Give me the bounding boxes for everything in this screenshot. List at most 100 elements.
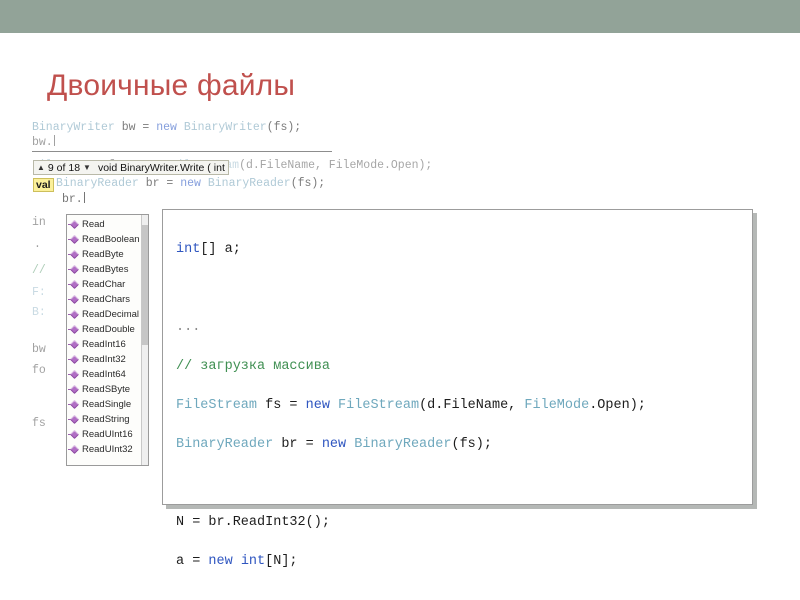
method-icon xyxy=(68,279,80,290)
completion-item[interactable]: ReadDecimal xyxy=(67,307,143,322)
completion-item-label: ReadDecimal xyxy=(82,309,140,320)
code-token-comment: // загрузка массива xyxy=(176,358,330,374)
method-icon xyxy=(68,294,80,305)
completion-item[interactable]: ReadBytes xyxy=(67,262,143,277)
bg-token-type: BinaryWriter xyxy=(32,121,115,134)
bg-code-line-binaryreader-decl: BinaryReader br = new BinaryReader(fs); xyxy=(56,176,325,191)
code-token-fs-assign: fs = xyxy=(257,397,306,413)
code-line-4: // загрузка массива xyxy=(176,357,646,377)
bg-token-keyword: new xyxy=(156,121,177,134)
completion-item[interactable]: ReadByte xyxy=(67,247,143,262)
completion-item[interactable]: Read xyxy=(67,217,143,232)
chevron-up-icon[interactable]: ▲ xyxy=(37,163,45,172)
code-token-args: (d.FileName, xyxy=(419,397,525,413)
signature-text: void BinaryWriter.Write ( xyxy=(97,161,211,174)
bg-token-type: BinaryReader xyxy=(56,177,139,190)
completion-item-label: ReadByte xyxy=(82,249,124,260)
completion-item[interactable]: ReadSByte xyxy=(67,382,143,397)
chevron-down-icon[interactable]: ▼ xyxy=(83,163,91,172)
code-token-array-size: [N]; xyxy=(265,553,298,569)
code-line-7-blank xyxy=(176,474,646,494)
bg-column-fragment-2: . xyxy=(34,238,41,251)
bg-code-line-br-dot: br. xyxy=(62,192,85,207)
code-token-br-assign: br = xyxy=(273,436,322,452)
code-snippet-text: int[] a; ... // загрузка массива FileStr… xyxy=(176,220,646,600)
code-line-8: N = br.ReadInt32(); xyxy=(176,513,646,533)
method-icon xyxy=(68,369,80,380)
code-token-read-n: N = br.ReadInt32(); xyxy=(176,514,330,530)
top-decorative-band xyxy=(0,0,800,33)
bg-column-fragment-4: F: xyxy=(32,286,46,299)
code-line-10-blank xyxy=(176,591,646,600)
bg-column-fragment-7: fo xyxy=(32,364,46,377)
code-snippet-panel: int[] a; ... // загрузка массива FileStr… xyxy=(162,209,753,569)
bg-column-fragment-8: fs xyxy=(32,417,46,430)
code-line-1: int[] a; xyxy=(176,240,646,260)
completion-item[interactable]: ReadString xyxy=(67,412,143,427)
code-line-3: ... xyxy=(176,318,646,338)
bg-token-tail: (d.FileName, FileMode.Open); xyxy=(239,159,433,172)
bg-token-tail: (fs); xyxy=(290,177,326,190)
code-token-type-filestream: FileStream xyxy=(176,397,258,413)
completion-item-label: ReadString xyxy=(82,414,130,425)
scrollbar-thumb[interactable] xyxy=(142,225,148,345)
code-token-int: int xyxy=(176,241,201,257)
completion-item[interactable]: ReadInt64 xyxy=(67,367,143,382)
code-line-9: a = new int[N]; xyxy=(176,552,646,572)
bg-column-fragment-3: // xyxy=(32,264,46,277)
page-title: Двоичные файлы xyxy=(47,69,296,102)
bg-token-tail: (fs); xyxy=(266,121,302,134)
completion-item[interactable]: ReadChar xyxy=(67,277,143,292)
signature-param: int xyxy=(213,161,225,174)
method-icon xyxy=(68,414,80,425)
val-highlight-chip: val xyxy=(33,178,54,192)
completion-item[interactable]: ReadBoolean xyxy=(67,232,143,247)
completion-item-label: ReadInt64 xyxy=(82,369,126,380)
slide-canvas: Двоичные файлы BinaryWriter bw = new Bin… xyxy=(0,0,800,600)
code-token-type-binaryreader: BinaryReader xyxy=(176,436,274,452)
code-token-new-3: new xyxy=(208,553,233,569)
completion-item[interactable]: ReadInt16 xyxy=(67,337,143,352)
bg-token-keyword: new xyxy=(180,177,201,190)
code-token-type-filestream-2: FileStream xyxy=(329,397,420,413)
method-icon xyxy=(68,429,80,440)
bg-column-fragment-1: in xyxy=(32,216,46,229)
code-token-a-assign: a = xyxy=(176,553,209,569)
method-icon xyxy=(68,399,80,410)
bg-code-line-binarywriter-decl: BinaryWriter bw = new BinaryWriter(fs); xyxy=(32,120,301,135)
overload-counter: 9 of 18 xyxy=(47,161,81,174)
bg-token-type2: BinaryReader xyxy=(200,177,291,190)
method-icon xyxy=(68,354,80,365)
method-icon xyxy=(68,444,80,455)
method-icon xyxy=(68,234,80,245)
completion-item[interactable]: ReadInt32 xyxy=(67,352,143,367)
intellisense-completion-list[interactable]: Read ReadBoolean ReadByte ReadBytes ReadChar… xyxy=(66,214,149,466)
completion-item[interactable]: ReadUInt32 xyxy=(67,442,143,457)
bg-column-fragment-5: B: xyxy=(32,306,46,319)
text-caret-2 xyxy=(83,192,85,203)
completion-item-label: ReadSByte xyxy=(82,384,131,395)
code-token-array-decl: [] a; xyxy=(200,241,241,257)
code-token-new: new xyxy=(305,397,330,413)
method-icon xyxy=(68,264,80,275)
completion-list-scrollbar[interactable] xyxy=(141,215,148,465)
code-token-new-2: new xyxy=(321,436,347,452)
signature-help-tooltip[interactable]: ▲ 9 of 18 ▼ void BinaryWriter.Write (int xyxy=(33,160,229,175)
completion-item-label: ReadChar xyxy=(82,279,126,290)
text-caret xyxy=(53,135,55,146)
completion-item-label: ReadInt16 xyxy=(82,339,126,350)
code-token-int-2: int xyxy=(232,553,266,569)
completion-item[interactable]: ReadChars xyxy=(67,292,143,307)
code-line-2-blank xyxy=(176,279,646,299)
completion-item-label: ReadDouble xyxy=(82,324,135,335)
completion-item[interactable]: ReadUInt16 xyxy=(67,427,143,442)
completion-item[interactable]: ReadDouble xyxy=(67,322,143,337)
completion-item[interactable]: ReadSingle xyxy=(67,397,143,412)
method-icon xyxy=(68,324,80,335)
bg-token-var: br = xyxy=(138,177,181,190)
code-token-open: .Open); xyxy=(589,397,646,413)
completion-item-label: ReadBoolean xyxy=(82,234,140,245)
code-token-type-filemode: FileMode xyxy=(524,397,590,413)
method-icon xyxy=(68,339,80,350)
code-line-6: BinaryReader br = new BinaryReader(fs); xyxy=(176,435,646,455)
